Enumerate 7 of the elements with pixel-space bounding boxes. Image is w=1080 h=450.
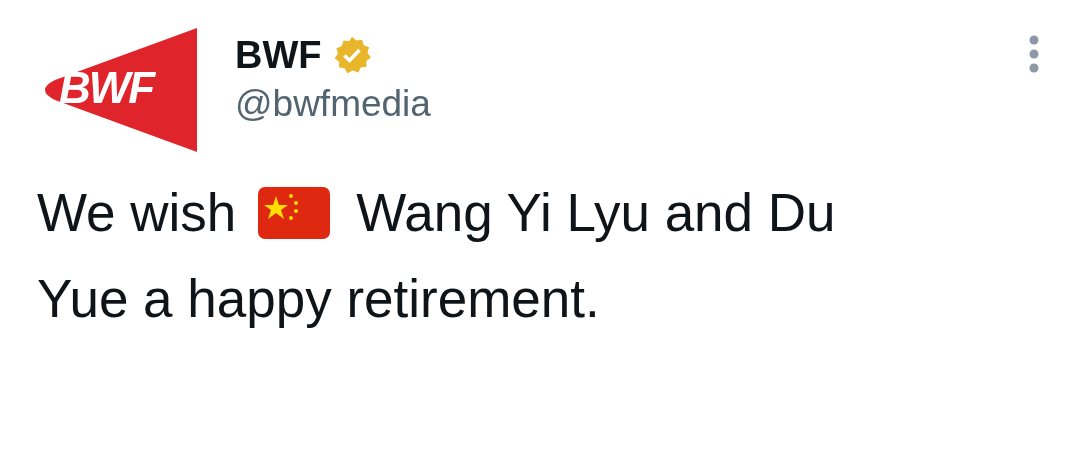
more-icon[interactable] bbox=[1028, 34, 1040, 74]
tweet-text: We wish bbox=[37, 182, 237, 244]
account-name[interactable]: BWF bbox=[235, 32, 322, 78]
tweet-text: Yue a happy retirement. bbox=[37, 268, 600, 330]
tweet-text: Wang Yi Lyu and Du bbox=[356, 182, 836, 244]
account-handle[interactable]: @bwfmedia bbox=[235, 78, 431, 130]
flag-icon bbox=[258, 187, 331, 239]
